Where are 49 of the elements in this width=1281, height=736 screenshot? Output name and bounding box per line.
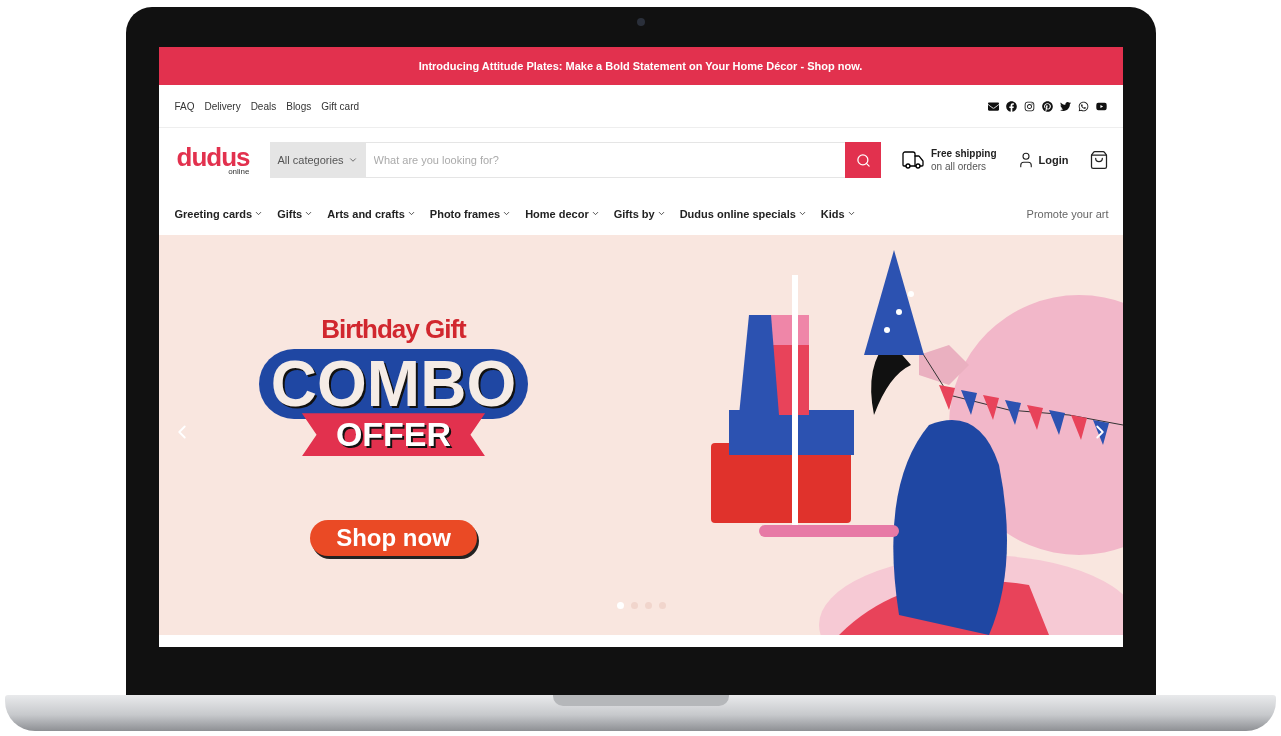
nav-item[interactable]: Dudus online specials [679,207,807,220]
whatsapp-icon[interactable] [1077,100,1089,112]
chevron-down-icon [797,209,807,218]
nav-item[interactable]: Gifts by [613,207,666,220]
shipping-title: Free shipping [931,147,997,160]
pinterest-icon[interactable] [1041,100,1053,112]
slide-dot[interactable] [616,602,624,609]
nav-item[interactable]: Greeting cards [174,207,264,220]
chevron-down-icon [502,209,512,218]
top-link[interactable]: Gift card [321,100,360,112]
banner-ribbon: OFFER [301,413,486,457]
chevron-down-icon [590,209,600,218]
chevron-down-icon [846,209,856,218]
youtube-icon[interactable] [1095,100,1107,112]
shipping-subtitle: on all orders [931,160,988,173]
nav-item[interactable]: Arts and crafts [327,207,416,220]
search-icon [855,152,871,168]
banner-kicker: Birthday Gift [321,313,466,345]
chevron-down-icon [406,209,416,218]
shopping-bag-icon [1088,150,1109,170]
truck-icon [901,148,925,172]
nav-item[interactable]: Home decor [525,207,600,220]
chevron-down-icon [304,209,314,218]
promote-link[interactable]: Promote your art [1026,207,1109,220]
login-link[interactable]: Login [1016,151,1069,169]
search-button[interactable] [845,142,881,178]
category-dropdown[interactable]: All categories [269,142,366,178]
chevron-down-icon [347,155,358,165]
facebook-icon[interactable] [1005,100,1017,112]
logo[interactable]: dudus [176,144,250,170]
chevron-down-icon [656,209,666,218]
chevron-down-icon [254,209,264,218]
top-link[interactable]: Deals [250,100,277,112]
top-link[interactable]: Delivery [204,100,241,112]
banner-headline: COMBO [258,348,529,420]
search-field[interactable]: What are you looking for? [365,142,845,178]
instagram-icon[interactable] [1023,100,1035,112]
envelope-icon[interactable] [987,100,999,112]
announcement-bar: Introducing Attitude Plates: Make a Bold Statement on Your Home Décor - Shop now. [158,47,1123,85]
cart-button[interactable] [1088,150,1109,170]
shop-now-button[interactable]: Shop now [310,520,477,557]
top-link[interactable]: Blogs [286,100,312,112]
nav-item[interactable]: Kids [820,207,856,220]
logo-tagline: online [228,168,250,176]
twitter-icon[interactable] [1059,100,1071,112]
top-link[interactable]: FAQ [174,100,195,112]
camera-icon [636,18,645,26]
nav-item[interactable]: Gifts [277,207,314,220]
nav-item[interactable]: Photo frames [429,207,512,220]
